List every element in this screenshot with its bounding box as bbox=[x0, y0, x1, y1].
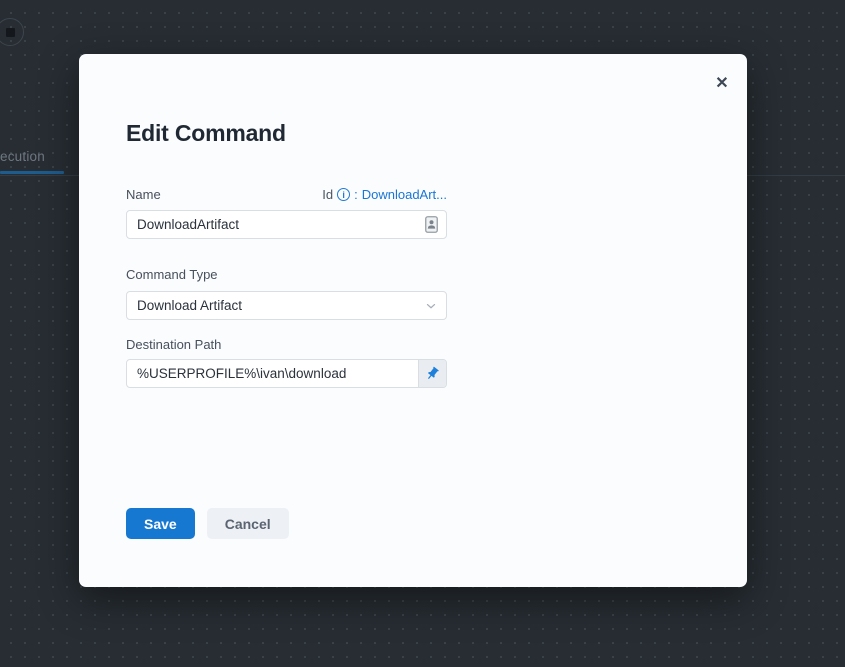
page-title: Edit Command bbox=[126, 120, 286, 147]
name-input[interactable] bbox=[127, 211, 425, 238]
tab-execution[interactable]: ecution bbox=[0, 149, 45, 164]
id-link[interactable]: DownloadArt... bbox=[362, 187, 447, 202]
cancel-button[interactable]: Cancel bbox=[207, 508, 289, 539]
info-icon[interactable]: i bbox=[337, 188, 350, 201]
command-type-select[interactable]: Download Artifact bbox=[126, 291, 447, 320]
stop-icon bbox=[6, 28, 15, 37]
app-background: ecution ✕ Edit Command Name Id i : Downl… bbox=[0, 0, 845, 667]
edit-command-modal: ✕ Edit Command Name Id i : DownloadArt..… bbox=[79, 54, 747, 587]
name-id-meta: Id i : DownloadArt... bbox=[322, 187, 447, 202]
name-field-head: Name Id i : DownloadArt... bbox=[126, 187, 447, 202]
id-label: Id bbox=[322, 187, 333, 202]
save-button[interactable]: Save bbox=[126, 508, 195, 539]
pin-button[interactable] bbox=[418, 360, 446, 387]
stop-button[interactable] bbox=[0, 18, 24, 46]
chevron-down-icon bbox=[424, 292, 446, 319]
destination-path-field-head: Destination Path bbox=[126, 337, 447, 352]
active-tab-indicator bbox=[0, 171, 64, 174]
modal-actions: Save Cancel bbox=[126, 508, 289, 539]
destination-path-input[interactable] bbox=[127, 360, 418, 387]
name-input-wrap bbox=[126, 210, 447, 239]
autofill-contact-icon bbox=[425, 211, 446, 238]
destination-path-input-wrap bbox=[126, 359, 447, 388]
pushpin-icon bbox=[422, 363, 443, 384]
command-type-value: Download Artifact bbox=[127, 292, 424, 319]
command-type-label: Command Type bbox=[126, 267, 218, 282]
close-icon[interactable]: ✕ bbox=[710, 72, 734, 96]
id-separator: : bbox=[354, 187, 358, 202]
command-type-field-head: Command Type bbox=[126, 267, 447, 282]
destination-path-label: Destination Path bbox=[126, 337, 221, 352]
name-label: Name bbox=[126, 187, 161, 202]
